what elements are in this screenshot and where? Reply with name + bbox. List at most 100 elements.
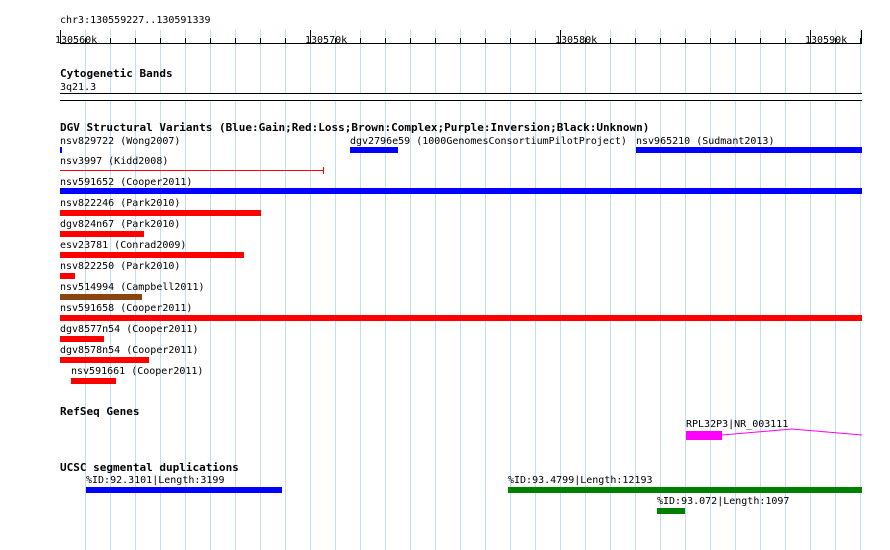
grid-line: [785, 30, 786, 550]
segdup-feature-bar[interactable]: [657, 508, 685, 514]
ruler-tick: [560, 30, 561, 43]
dgv-feature-bar[interactable]: [60, 252, 244, 258]
ruler-tick: [510, 38, 511, 43]
grid-line: [385, 30, 386, 550]
track-title-refseq[interactable]: RefSeq Genes: [60, 406, 139, 418]
dgv-feature-bar[interactable]: [60, 336, 104, 342]
segdup-feature-label: %ID:93.4799|Length:12193: [508, 475, 653, 486]
dgv-feature-label: nsv591652 (Cooper2011): [60, 177, 193, 188]
dgv-feature-label: nsv591661 (Cooper2011): [71, 366, 204, 377]
ruler-tick: [385, 38, 386, 43]
dgv-feature-bar[interactable]: [636, 147, 862, 153]
dgv-feature-label: dgv824n67 (Park2010): [60, 219, 181, 230]
grid-line: [660, 30, 661, 550]
ruler-tick: [785, 38, 786, 43]
grid-line: [360, 30, 361, 550]
ruler-tick: [210, 38, 211, 43]
dgv-feature-bar[interactable]: [60, 294, 142, 300]
gene-intron-line: [722, 428, 863, 436]
ruler-label: 130570k: [305, 35, 348, 46]
dgv-feature-label: nsv822250 (Park2010): [60, 261, 181, 272]
genome-browser-view: chr3:130559227..130591339 130560k 130570…: [0, 0, 890, 550]
grid-line: [460, 30, 461, 550]
dgv-feature-label: nsv591658 (Cooper2011): [60, 303, 193, 314]
segdup-feature-label: %ID:93.072|Length:1097: [657, 496, 790, 507]
dgv-feature-bar[interactable]: [60, 210, 261, 216]
ruler-tick: [610, 38, 611, 43]
dgv-feature-bar[interactable]: [60, 188, 862, 194]
grid-line: [735, 30, 736, 550]
dgv-feature-bar[interactable]: [60, 315, 862, 321]
ruler-tick: [635, 38, 636, 43]
ruler-line: [60, 43, 862, 44]
ruler-label: 130580k: [555, 35, 598, 46]
grid-line: [635, 30, 636, 550]
gene-exon[interactable]: [686, 431, 722, 440]
ruler-tick: [410, 38, 411, 43]
grid-line: [610, 30, 611, 550]
cytoband-bar[interactable]: [60, 93, 862, 101]
ruler-tick: [135, 38, 136, 43]
ruler-tick: [335, 38, 336, 43]
ruler-tick: [485, 38, 486, 43]
ruler-tick: [285, 38, 286, 43]
dgv-feature-bar[interactable]: [350, 147, 398, 153]
segdup-feature-bar[interactable]: [508, 487, 862, 493]
grid-line: [310, 30, 311, 550]
grid-line: [535, 30, 536, 550]
ruler-tick: [860, 38, 861, 43]
dgv-feature-bar[interactable]: [60, 147, 62, 153]
ruler-tick: [85, 38, 86, 43]
track-title-dgv[interactable]: DGV Structural Variants (Blue:Gain;Red:L…: [60, 122, 649, 134]
dgv-feature-label: dgv8578n54 (Cooper2011): [60, 345, 199, 356]
dgv-feature-label: dgv8577n54 (Cooper2011): [60, 324, 199, 335]
grid-line: [435, 30, 436, 550]
ruler-tick: [110, 38, 111, 43]
ruler-tick: [310, 30, 311, 43]
dgv-feature-bar[interactable]: [60, 357, 149, 363]
ruler-label: 130560k: [55, 35, 98, 46]
ruler-tick: [760, 38, 761, 43]
dgv-feature-bar[interactable]: [60, 170, 324, 171]
segdup-feature-label: %ID:92.3101|Length:3199: [86, 475, 225, 486]
track-title-segdup[interactable]: UCSC segmental duplications: [60, 462, 239, 474]
cytoband-label: 3q21.3: [60, 82, 97, 93]
dgv-feature-label: dgv2796e59 (1000GenomesConsortiumPilotPr…: [350, 136, 627, 147]
ruler-tick: [861, 30, 862, 43]
ruler-tick: [710, 38, 711, 43]
grid-line: [835, 30, 836, 550]
grid-line: [710, 30, 711, 550]
dgv-feature-label: nsv822246 (Park2010): [60, 198, 181, 209]
ruler-tick: [435, 38, 436, 43]
dgv-feature-label: nsv3997 (Kidd2008): [60, 156, 169, 167]
grid-line: [585, 30, 586, 550]
ruler-tick: [460, 38, 461, 43]
dgv-feature-label: nsv829722 (Wong2007): [60, 136, 181, 147]
ruler-tick: [685, 38, 686, 43]
dgv-feature-bar[interactable]: [60, 231, 144, 237]
ruler-tick: [810, 30, 811, 43]
grid-line: [685, 30, 686, 550]
dgv-feature-bar[interactable]: [60, 273, 75, 279]
ruler-tick: [835, 38, 836, 43]
locus-label: chr3:130559227..130591339: [60, 15, 211, 26]
segdup-feature-bar[interactable]: [86, 487, 282, 493]
dgv-feature-label: esv23781 (Conrad2009): [60, 240, 187, 251]
grid-line: [485, 30, 486, 550]
grid-line: [260, 30, 261, 550]
dgv-feature-label: nsv514994 (Campbell2011): [60, 282, 205, 293]
ruler-tick: [160, 38, 161, 43]
grid-line: [760, 30, 761, 550]
dgv-feature-endcap: [323, 167, 324, 174]
ruler-tick: [185, 38, 186, 43]
dgv-feature-label: nsv965210 (Sudmant2013): [636, 136, 775, 147]
ruler-tick: [735, 38, 736, 43]
grid-line: [410, 30, 411, 550]
dgv-feature-bar[interactable]: [71, 378, 116, 384]
grid-line: [335, 30, 336, 550]
grid-line: [285, 30, 286, 550]
ruler-tick: [535, 38, 536, 43]
grid-line: [860, 30, 861, 550]
track-title-cytoband[interactable]: Cytogenetic Bands: [60, 68, 173, 80]
ruler-tick: [235, 38, 236, 43]
